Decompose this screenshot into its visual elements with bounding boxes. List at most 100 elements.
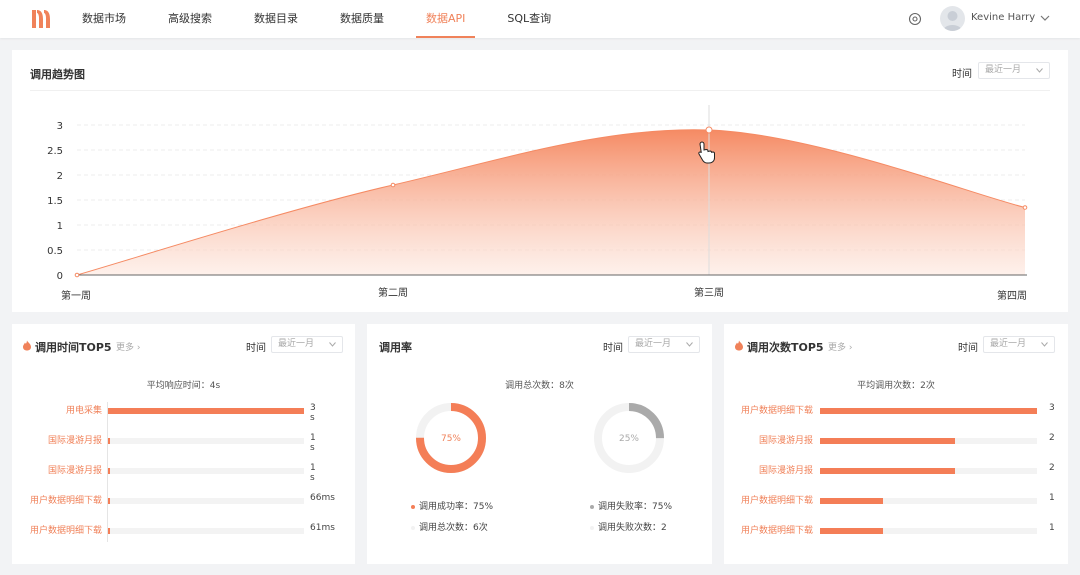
y-tick-label: 0: [57, 271, 63, 282]
trend-card: 调用趋势图 时间 最近一月 0 0.5 1 1.5 2 2.5 3 第一周 第二周 第三周 第四周: [12, 50, 1068, 312]
top-count-title: 调用次数TOP5: [747, 341, 824, 354]
bar-fill: [108, 498, 110, 504]
chevron-down-icon: [686, 342, 693, 347]
top-count-time-label: 时间: [958, 343, 978, 354]
x-tick-label: 第四周: [997, 289, 1027, 302]
success-count-legend: 调用总次数：6次: [411, 520, 488, 533]
success-percent: 75%: [441, 434, 461, 444]
fail-legend: 调用失败率：75%: [590, 499, 672, 512]
data-point[interactable]: [1022, 205, 1028, 210]
rate-range-select[interactable]: 最近一月: [628, 336, 700, 353]
avatar[interactable]: [940, 6, 965, 31]
x-tick-label: 第三周: [694, 286, 724, 299]
bar-fill: [820, 408, 1037, 414]
success-ring: 75%: [416, 403, 486, 473]
top-count-range-select[interactable]: 最近一月: [983, 336, 1055, 353]
bar-track: [108, 498, 304, 504]
top-time-range-value: 最近一月: [278, 339, 315, 349]
brand-logo[interactable]: [30, 7, 52, 31]
top-count-card: 调用次数TOP5 更多 › 时间 最近一月 平均调用次数：2次 用户数据明细下载…: [724, 324, 1068, 564]
fail-rate-text: 调用失败率：75%: [598, 502, 673, 512]
bar-fill: [820, 528, 883, 534]
y-tick-label: 1: [57, 221, 63, 232]
rate-time-label: 时间: [603, 343, 623, 354]
bar-value: 1: [1049, 493, 1055, 503]
bar-label: 国际漫游月报: [758, 436, 813, 446]
success-dot: [411, 504, 415, 509]
bar-value: 2: [1049, 463, 1055, 473]
top-time-range-select[interactable]: 最近一月: [271, 336, 343, 353]
y-tick-label: 0.5: [47, 246, 63, 257]
top-time-card: 调用时间TOP5 更多 › 时间 最近一月 平均响应时间：4s 用电采集 3 s 国…: [12, 324, 355, 564]
bar-value: 1 s: [310, 433, 316, 453]
bar-fill: [108, 408, 304, 414]
bar-label: 国际漫游月报: [47, 436, 102, 446]
trend-chart: 0 0.5 1 1.5 2 2.5 3 第一周 第二周 第三周 第四周: [47, 105, 1028, 302]
bar-label: 国际漫游月报: [47, 466, 102, 476]
top-time-more-label: 更多: [116, 343, 135, 353]
bar-track: [820, 498, 1037, 504]
fail-ring: 25%: [594, 403, 664, 473]
trend-area: [77, 129, 1025, 275]
y-tick-label: 1.5: [47, 196, 63, 207]
success-count-text: 调用总次数：6次: [419, 523, 488, 533]
bar-track: [108, 528, 304, 534]
fail-count-legend: 调用失败次数：2: [590, 520, 667, 533]
nav-data-market[interactable]: 数据市场: [72, 0, 136, 38]
bar-value: 3: [1049, 403, 1055, 413]
bar-fill: [108, 438, 110, 444]
fire-icon: [735, 340, 743, 351]
y-tick-label: 2: [57, 171, 63, 182]
bar-value: 1: [1049, 523, 1055, 533]
nav-data-api[interactable]: 数据API: [416, 0, 476, 38]
top-time-more-link[interactable]: 更多 ›: [116, 340, 141, 353]
success-count-dot: [411, 525, 415, 530]
bar-value: 61ms: [310, 523, 335, 533]
fail-percent: 25%: [619, 434, 639, 444]
chevron-right-icon: ›: [848, 343, 853, 353]
chevron-right-icon: ›: [136, 343, 141, 353]
data-point[interactable]: [390, 182, 396, 188]
bar-label: 用户数据明细下载: [740, 526, 813, 536]
user-avatar-icon: [943, 11, 962, 31]
data-point[interactable]: [705, 126, 713, 134]
x-tick-label: 第二周: [378, 286, 408, 299]
success-rate-text: 调用成功率：75%: [419, 502, 494, 512]
y-tick-label: 3: [57, 121, 63, 132]
nav-data-catalog[interactable]: 数据目录: [244, 0, 308, 38]
username[interactable]: Kevine Harry: [971, 12, 1035, 23]
bar-fill: [820, 498, 883, 504]
bar-fill: [108, 528, 110, 534]
bar-track: [108, 438, 304, 444]
top-count-more-link[interactable]: 更多 ›: [828, 340, 853, 353]
settings-icon[interactable]: [908, 12, 922, 26]
fire-icon: [23, 340, 31, 351]
bar-value: 1 s: [310, 463, 316, 483]
bar-value: 2: [1049, 433, 1055, 443]
bar-fill: [820, 468, 955, 474]
success-legend: 调用成功率：75%: [411, 499, 493, 512]
chevron-down-icon: [329, 342, 336, 347]
bar-label: 用户数据明细下载: [740, 496, 813, 506]
bar-fill: [108, 468, 110, 474]
chevron-down-icon[interactable]: [1040, 14, 1050, 22]
bar-value: 3 s: [310, 403, 316, 423]
top-time-time-label: 时间: [246, 343, 266, 354]
top-count-more-label: 更多: [828, 343, 847, 353]
fail-count-text: 调用失败次数：2: [598, 523, 667, 533]
bar-track: [108, 408, 304, 414]
bar-track: [820, 468, 1037, 474]
fail-dot: [590, 504, 594, 509]
bar-fill: [820, 438, 955, 444]
nav-data-quality[interactable]: 数据质量: [330, 0, 394, 38]
bar-label: 国际漫游月报: [758, 466, 813, 476]
bar-value: 66ms: [310, 493, 335, 503]
rate-subtitle: 调用总次数：8次: [505, 381, 574, 391]
bar-track: [820, 528, 1037, 534]
rate-title: 调用率: [379, 341, 412, 354]
nav-sql-query[interactable]: SQL查询: [497, 0, 561, 38]
rate-range-value: 最近一月: [635, 339, 672, 349]
nav-advanced-search[interactable]: 高级搜索: [158, 0, 222, 38]
top-time-subtitle: 平均响应时间：4s: [146, 381, 221, 391]
data-point[interactable]: [74, 272, 80, 278]
